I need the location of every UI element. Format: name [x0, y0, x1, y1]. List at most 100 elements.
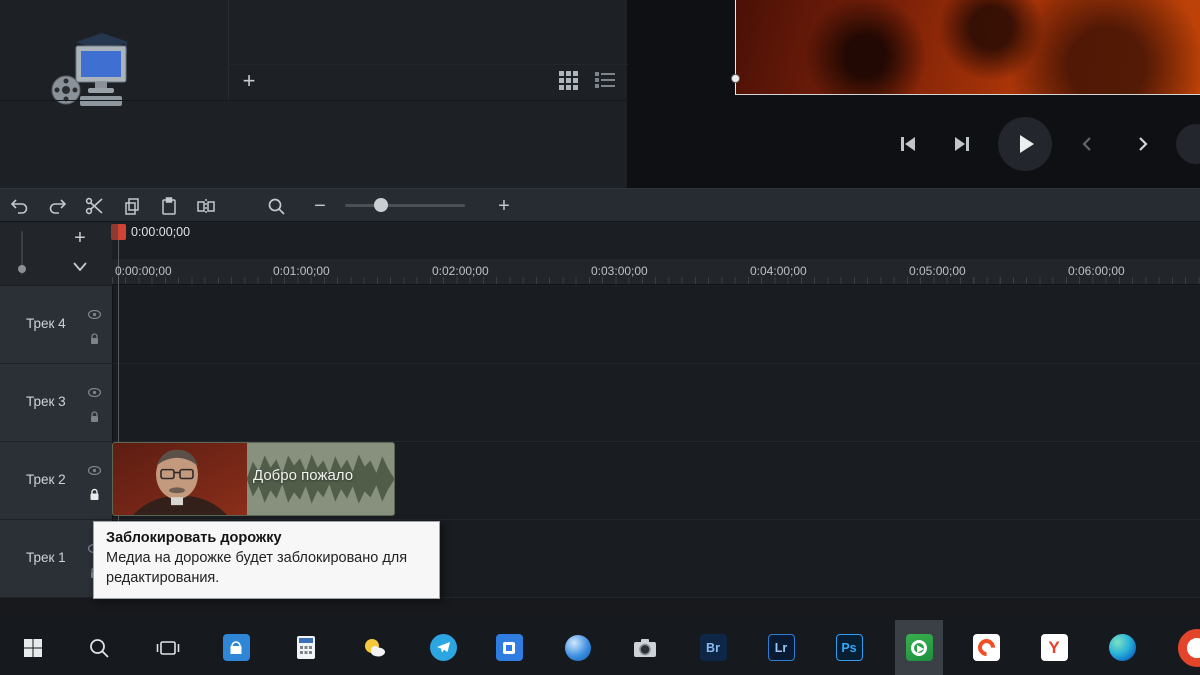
paste-button[interactable] — [155, 193, 183, 219]
store-app-button[interactable] — [214, 620, 258, 675]
weather-icon — [365, 638, 385, 656]
camtasia-app-button[interactable] — [895, 620, 943, 675]
eye-icon[interactable] — [87, 462, 102, 480]
clip-label: Добро пожало — [253, 467, 354, 484]
track-name: Трек 4 — [26, 316, 66, 331]
tooltip-body: Медиа на дорожке будет заблокировано для… — [106, 550, 408, 586]
playhead-time: 0:00:00;00 — [131, 225, 191, 239]
telegram-app-button[interactable] — [421, 620, 465, 675]
adobe-lightroom-button[interactable]: Lr — [759, 620, 803, 675]
previous-clip-button[interactable] — [1072, 128, 1104, 160]
blue-app-icon — [495, 634, 523, 661]
browser-app-button[interactable] — [556, 620, 600, 675]
list-view-icon[interactable] — [594, 70, 616, 90]
track-height-slider-thumb[interactable] — [18, 265, 26, 273]
task-view-button[interactable] — [146, 620, 190, 675]
zoom-in-button[interactable]: + — [490, 193, 518, 219]
track-name: Трек 2 — [26, 472, 66, 487]
split-button[interactable] — [192, 193, 220, 219]
edit-toolbar: − + — [0, 188, 1200, 222]
eye-icon[interactable] — [87, 384, 102, 402]
start-button[interactable] — [11, 620, 55, 675]
track-name: Трек 3 — [26, 394, 66, 409]
weather-app-button[interactable] — [353, 620, 397, 675]
add-track-button[interactable]: + — [66, 225, 94, 251]
track-row-3: Трек 3 — [0, 364, 1200, 442]
play-button[interactable] — [998, 117, 1052, 171]
search-icon — [90, 638, 109, 658]
recorder-icon — [972, 634, 1000, 661]
cut-button[interactable] — [80, 193, 108, 219]
adobe-bridge-button[interactable]: Br — [691, 620, 735, 675]
camtasia-window: + − + + 0:00:00;00 0:00:00;00 0:01:00;00… — [0, 0, 1200, 675]
ruler-label: 0:03:00;00 — [591, 264, 648, 278]
track-lane-4[interactable] — [112, 286, 1200, 364]
edge-browser-button[interactable] — [1100, 620, 1144, 675]
preview-video[interactable] — [731, 0, 1200, 95]
telegram-icon — [429, 634, 457, 661]
ruler-label: 0:06:00;00 — [1068, 264, 1125, 278]
playhead[interactable] — [111, 224, 126, 240]
zoom-out-button[interactable]: − — [306, 193, 334, 219]
panel-divider — [228, 64, 628, 65]
lock-track-tooltip: Заблокировать дорожку Медиа на дорожке б… — [93, 521, 440, 600]
media-bin-panel: + — [0, 0, 628, 188]
preview-panel — [628, 0, 1200, 188]
track-row-4: Трек 4 — [0, 286, 1200, 364]
zoom-slider-thumb[interactable] — [374, 198, 388, 212]
track-header-4[interactable]: Трек 4 — [0, 286, 112, 364]
adobe-photoshop-button[interactable]: Ps — [827, 620, 871, 675]
copy-button[interactable] — [118, 193, 146, 219]
undo-button[interactable] — [6, 193, 34, 219]
panel-divider — [0, 100, 628, 101]
track-lane-3[interactable] — [112, 364, 1200, 442]
track-header-2[interactable]: Трек 2 — [0, 442, 112, 520]
detach-preview-button[interactable] — [1176, 124, 1200, 164]
step-back-button[interactable] — [890, 126, 926, 162]
track-header-3[interactable]: Трек 3 — [0, 364, 112, 442]
crop-handle[interactable] — [731, 74, 740, 83]
taskbar-search-button[interactable] — [77, 620, 121, 675]
app-icon-partial[interactable] — [1178, 629, 1200, 667]
eye-icon[interactable] — [87, 306, 102, 324]
ruler-label: 0:00:00;00 — [115, 264, 172, 278]
timeline-clip[interactable]: Добро пожало — [112, 442, 395, 516]
lock-icon[interactable] — [89, 488, 100, 506]
camtasia-recorder-button[interactable] — [964, 620, 1008, 675]
ruler-label: 0:02:00;00 — [432, 264, 489, 278]
collapse-tracks-button[interactable] — [66, 254, 94, 278]
tooltip-title: Заблокировать дорожку — [106, 530, 282, 546]
windows-taskbar: Br Lr Ps Y — [0, 620, 1200, 675]
camtasia-icon — [905, 634, 933, 661]
yandex-browser-button[interactable]: Y — [1032, 620, 1076, 675]
yandex-icon: Y — [1040, 634, 1068, 661]
calculator-icon — [297, 636, 315, 659]
calculator-app-button[interactable] — [284, 620, 328, 675]
grid-view-icon[interactable] — [558, 70, 580, 90]
zoom-icon — [262, 193, 290, 219]
windows-logo-icon — [24, 638, 42, 657]
clip-waveform: Добро пожало — [247, 443, 394, 515]
redo-button[interactable] — [43, 193, 71, 219]
add-media-button[interactable]: + — [234, 66, 264, 96]
adobe-photoshop-icon: Ps — [835, 634, 863, 661]
step-forward-button[interactable] — [944, 126, 980, 162]
camera-icon — [634, 638, 656, 657]
task-view-icon — [156, 640, 180, 655]
lock-icon[interactable] — [89, 410, 100, 428]
ruler-label: 0:04:00;00 — [750, 264, 807, 278]
panel-divider — [228, 0, 229, 100]
edge-icon — [1108, 634, 1136, 661]
blue-app-button[interactable] — [487, 620, 531, 675]
timeline-gutter — [0, 223, 112, 285]
store-icon — [222, 634, 250, 661]
zoom-slider[interactable] — [345, 198, 465, 212]
clip-thumbnail — [113, 443, 247, 515]
browser-icon — [565, 634, 591, 661]
adobe-lightroom-icon: Lr — [767, 634, 795, 661]
track-height-slider[interactable] — [18, 231, 26, 275]
next-clip-button[interactable] — [1126, 128, 1158, 160]
lock-icon[interactable] — [89, 332, 100, 350]
timeline-ruler[interactable]: 0:00:00;00 0:01:00;00 0:02:00;00 0:03:00… — [112, 259, 1200, 285]
camera-app-button[interactable] — [623, 620, 667, 675]
